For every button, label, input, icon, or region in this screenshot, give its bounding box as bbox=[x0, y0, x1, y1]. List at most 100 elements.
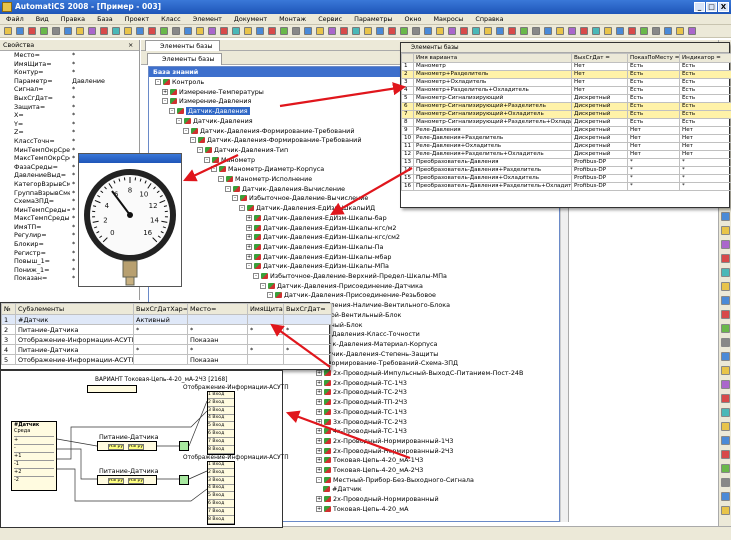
toolbar-button-icon[interactable] bbox=[328, 27, 336, 35]
sidebar-tool-icon[interactable] bbox=[721, 338, 730, 347]
toolbar-button-icon[interactable] bbox=[304, 27, 312, 35]
toolbar-button-icon[interactable] bbox=[544, 27, 552, 35]
tree-node[interactable]: + Токовая-Цепь-4-20_мА-2Ч3 bbox=[316, 466, 423, 474]
toolbar-button-icon[interactable] bbox=[112, 27, 120, 35]
sidebar-tool-icon[interactable] bbox=[721, 282, 730, 291]
toolbar-button-icon[interactable] bbox=[28, 27, 36, 35]
tree-node[interactable]: +3х-Проводный-ТС-1Ч3 bbox=[316, 408, 407, 416]
sidebar-tool-icon[interactable] bbox=[721, 268, 730, 277]
tab-elements-base-inner[interactable]: Элементы базы bbox=[147, 53, 222, 65]
col-variant-name[interactable]: Имя варианта bbox=[413, 53, 572, 63]
sidebar-tool-icon[interactable] bbox=[721, 366, 730, 375]
toolbar-button-icon[interactable] bbox=[340, 27, 348, 35]
expand-icon[interactable]: - bbox=[155, 79, 161, 85]
tree-node[interactable]: +2х-Проводный-ТП-2Ч3 bbox=[316, 398, 407, 406]
expand-icon[interactable]: + bbox=[316, 447, 322, 454]
toolbar-button-icon[interactable] bbox=[508, 27, 516, 35]
sidebar-tool-icon[interactable] bbox=[721, 212, 730, 221]
toolbar-button-icon[interactable] bbox=[616, 27, 624, 35]
tree-node[interactable]: #Датчик bbox=[323, 485, 362, 493]
toolbar-button-icon[interactable] bbox=[316, 27, 324, 35]
toolbar-button-icon[interactable] bbox=[376, 27, 384, 35]
menu-parameters[interactable]: Параметры bbox=[354, 15, 392, 23]
property-value[interactable]: * bbox=[72, 111, 138, 120]
property-row[interactable]: ИмяЩита= * bbox=[0, 60, 139, 69]
toolbar-button-icon[interactable] bbox=[400, 27, 408, 35]
toolbar-button-icon[interactable] bbox=[652, 27, 660, 35]
menu-window[interactable]: Окно bbox=[404, 15, 421, 23]
toolbar-button-icon[interactable] bbox=[436, 27, 444, 35]
expand-icon[interactable]: + bbox=[246, 253, 252, 260]
property-row[interactable]: X= * bbox=[0, 111, 139, 120]
tree-node[interactable]: + Датчик-Давления-ЕдИзм-Шкалы-мбар bbox=[246, 253, 391, 261]
tree-node[interactable]: - Манометр bbox=[204, 156, 255, 164]
col-place[interactable]: Место= bbox=[187, 303, 248, 315]
expand-icon[interactable]: + bbox=[316, 496, 322, 503]
expand-icon[interactable]: + bbox=[246, 224, 252, 231]
menu-document[interactable]: Документ bbox=[234, 15, 267, 23]
expand-icon[interactable]: + bbox=[316, 457, 322, 464]
toolbar-button-icon[interactable] bbox=[280, 27, 288, 35]
tree-node[interactable]: + Датчик-Давления-ЕдИзм-Шкалы-бар bbox=[246, 214, 387, 222]
toolbar-button-icon[interactable] bbox=[460, 27, 468, 35]
toolbar-button-icon[interactable] bbox=[292, 27, 300, 35]
expand-icon[interactable]: + bbox=[316, 467, 322, 473]
expand-icon[interactable]: - bbox=[176, 117, 182, 124]
toolbar-button-icon[interactable] bbox=[196, 27, 204, 35]
table-row[interactable]: 16 Преобразователь-Давления+Разделитель+О… bbox=[401, 182, 731, 191]
toolbar-button-icon[interactable] bbox=[664, 27, 672, 35]
expand-icon[interactable]: - bbox=[225, 185, 231, 192]
menu-macros[interactable]: Макросы bbox=[434, 15, 464, 23]
toolbar-button-icon[interactable] bbox=[160, 27, 168, 35]
expand-icon[interactable]: + bbox=[316, 437, 322, 444]
table-row[interactable]: 4 Манометр+Разделитель+Охладитель Нет Есть Е… bbox=[401, 86, 731, 95]
property-value[interactable]: * bbox=[72, 137, 138, 146]
toolbar-button-icon[interactable] bbox=[268, 27, 276, 35]
property-row[interactable]: Контур= * bbox=[0, 68, 139, 77]
tree-node[interactable]: +2х-Проводный-Нормированный-2Ч3 bbox=[316, 447, 453, 455]
table-row[interactable]: 4 Питание-Датчика * * * * bbox=[1, 344, 332, 355]
expand-icon[interactable]: - bbox=[218, 176, 224, 182]
tree-node[interactable]: - Датчик-Давления-Тип bbox=[197, 146, 288, 154]
tree-node[interactable]: - Манометр-Диаметр-Корпуса bbox=[211, 165, 324, 173]
tree-node[interactable]: - Измерение-Давления bbox=[162, 97, 251, 105]
table-row[interactable]: 6 Манометр-Сигнализирующий+Разделитель Дис… bbox=[401, 102, 731, 111]
menu-mounting[interactable]: Монтаж bbox=[279, 15, 306, 23]
toolbar-button-icon[interactable] bbox=[136, 27, 144, 35]
toolbar-button-icon[interactable] bbox=[484, 27, 492, 35]
table-row[interactable]: 1 Манометр Нет Есть Есть bbox=[401, 62, 731, 71]
close-icon[interactable]: × bbox=[128, 40, 133, 51]
property-value[interactable]: * bbox=[72, 85, 138, 94]
tree-node[interactable]: + Измерение-Температуры bbox=[162, 88, 264, 96]
expand-icon[interactable]: - bbox=[246, 263, 252, 270]
sidebar-tool-icon[interactable] bbox=[721, 450, 730, 459]
property-value[interactable]: * bbox=[72, 51, 138, 60]
property-row[interactable]: Сигнал= * bbox=[0, 85, 139, 94]
toolbar-button-icon[interactable] bbox=[556, 27, 564, 35]
table-row[interactable]: 11 Реле-Давления+Охладитель Дискретный Нет Н… bbox=[401, 142, 731, 151]
tree-node[interactable]: - Манометр-Исполнение bbox=[218, 175, 312, 183]
sidebar-tool-icon[interactable] bbox=[721, 310, 730, 319]
tree-node[interactable]: +2х-Проводный-Нормированный-1Ч3 bbox=[316, 437, 453, 445]
expand-icon[interactable]: - bbox=[211, 166, 217, 173]
col-number[interactable]: № bbox=[1, 303, 16, 315]
table-row[interactable]: 8 Манометр-Сигнализирующий+Разделитель+Ох… bbox=[401, 118, 731, 127]
expand-icon[interactable]: - bbox=[316, 476, 322, 483]
property-row[interactable]: Y= * bbox=[0, 120, 139, 129]
sidebar-tool-icon[interactable] bbox=[721, 394, 730, 403]
expand-icon[interactable]: - bbox=[197, 146, 203, 153]
tree-node[interactable]: + Токовая-Цепь-4-20_мА-1Ч3 bbox=[316, 456, 423, 464]
expand-icon[interactable]: + bbox=[316, 379, 322, 386]
sidebar-tool-icon[interactable] bbox=[721, 464, 730, 473]
minimize-button[interactable]: _ bbox=[694, 2, 705, 12]
sidebar-tool-icon[interactable] bbox=[721, 352, 730, 361]
table-row[interactable]: 13 Преобразователь-Давления Profibus-DP * * bbox=[401, 158, 731, 167]
tree-node[interactable]: +2х-Проводный-Импульсный-ВыходС-Питанием… bbox=[316, 369, 523, 377]
expand-icon[interactable]: + bbox=[246, 243, 252, 250]
tree-node[interactable]: - Датчик-Давления-Присоединение-Резьбовое bbox=[267, 291, 436, 299]
sidebar-tool-icon[interactable] bbox=[721, 436, 730, 445]
table-row[interactable]: 1 #Датчик Активный bbox=[1, 314, 332, 325]
toolbar-button-icon[interactable] bbox=[52, 27, 60, 35]
col-local-display[interactable]: ПоказПоМесту = bbox=[627, 53, 680, 63]
expand-icon[interactable]: + bbox=[316, 408, 322, 415]
